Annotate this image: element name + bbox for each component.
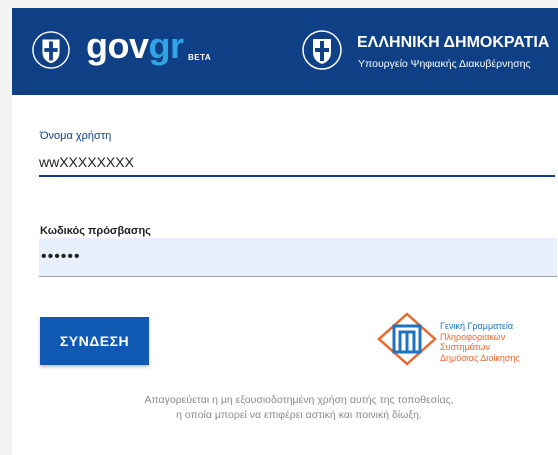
ministry-name: Υπουργείο Ψηφιακής Διακυβέρνησης <box>358 58 531 70</box>
header-bar: govgr BETA ΕΛΛΗΝΙΚΗ ΔΗΜΟΚΡΑΤΙΑ Υπουργείο… <box>12 8 558 95</box>
username-label: Όνομα χρήστη <box>40 130 112 142</box>
greek-coat-of-arms-icon <box>32 31 70 69</box>
password-label: Κωδικός πρόσβασης <box>40 225 151 237</box>
usage-warning: Απαγορεύεται η μη εξουσιοδοτημένη χρήση … <box>144 394 454 421</box>
username-input[interactable] <box>39 149 555 177</box>
login-button[interactable]: ΣΥΝΔΕΣΗ <box>40 317 149 365</box>
password-input[interactable] <box>39 238 557 277</box>
govgr-logo[interactable]: govgr <box>86 28 184 64</box>
greek-coat-of-arms-icon <box>302 30 342 70</box>
gsis-name: Γενική Γραμματεία Πληροφοριακών Συστημάτ… <box>440 321 520 363</box>
gsis-logo-icon <box>377 312 437 366</box>
beta-badge: BETA <box>188 53 212 62</box>
login-page: govgr BETA ΕΛΛΗΝΙΚΗ ΔΗΜΟΚΡΑΤΙΑ Υπουργείο… <box>12 8 558 455</box>
republic-title: ΕΛΛΗΝΙΚΗ ΔΗΜΟΚΡΑΤΙΑ <box>357 34 550 51</box>
